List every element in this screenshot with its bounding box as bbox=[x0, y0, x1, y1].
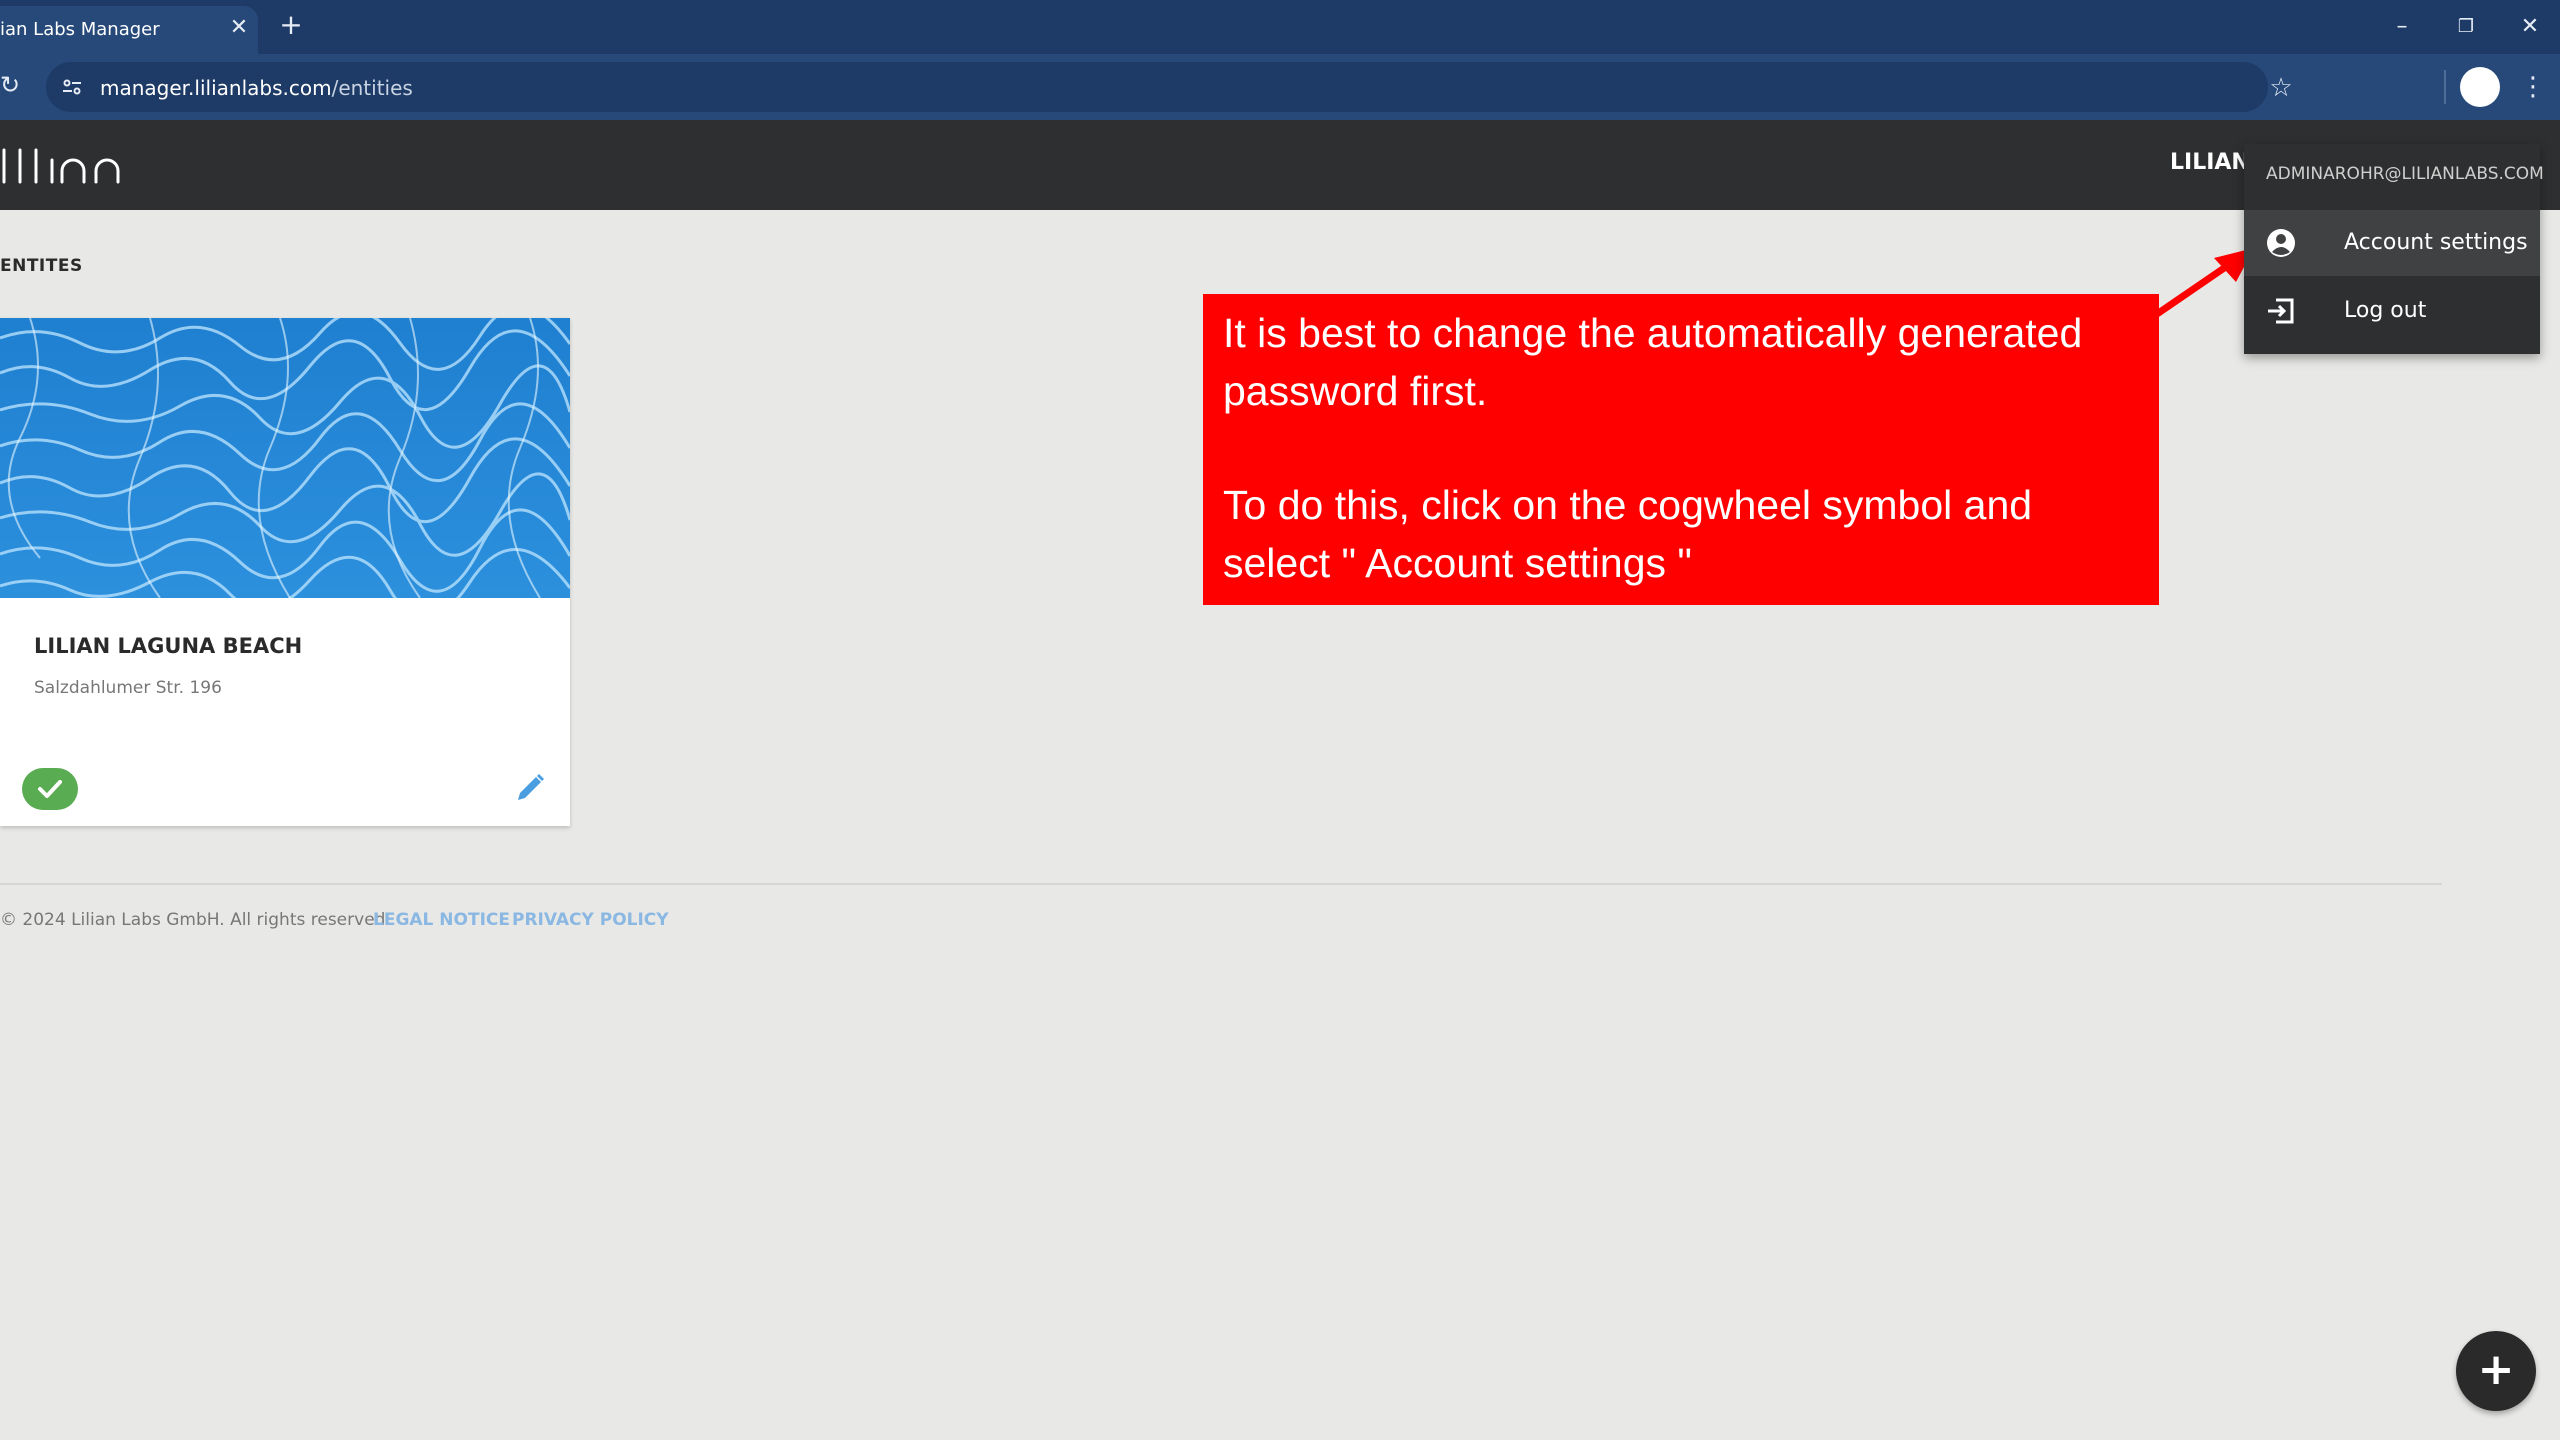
tab-title: ian Labs Manager bbox=[0, 19, 160, 40]
window-minimize-button[interactable]: – bbox=[2382, 10, 2422, 44]
checkmark-icon bbox=[38, 780, 62, 798]
reload-icon[interactable]: ↻ bbox=[0, 70, 26, 100]
privacy-policy-link[interactable]: PRIVACY POLICY bbox=[512, 910, 669, 930]
account-dropdown: ADMINAROHR@LILIANLABS.COM Account settin… bbox=[2244, 144, 2544, 354]
entity-card[interactable]: LILIAN LAGUNA BEACH Salzdahlumer Str. 19… bbox=[0, 318, 570, 826]
app-header: lilian LILIAN L bbox=[0, 120, 2560, 210]
copyright-text: © 2024 Lilian Labs GmbH. All rights rese… bbox=[0, 910, 391, 930]
window-restore-button[interactable]: ❐ bbox=[2446, 10, 2486, 44]
page-title: ENTITES bbox=[0, 256, 83, 276]
browser-tab-bar: ian Labs Manager ✕ + – ❐ ✕ bbox=[0, 0, 2560, 54]
status-badge bbox=[22, 768, 78, 810]
url-text: manager.lilianlabs.com/entities bbox=[100, 76, 413, 100]
legal-notice-link[interactable]: LEGAL NOTICE bbox=[373, 910, 510, 930]
footer-divider bbox=[0, 883, 2442, 885]
browser-tab[interactable]: ian Labs Manager ✕ bbox=[0, 6, 258, 54]
site-info-icon[interactable] bbox=[60, 75, 84, 99]
new-tab-button[interactable]: + bbox=[276, 10, 306, 40]
account-settings-label: Account settings bbox=[2344, 230, 2528, 255]
entity-address: Salzdahlumer Str. 196 bbox=[34, 678, 222, 698]
url-host: manager.lilianlabs.com bbox=[100, 76, 332, 100]
browser-toolbar: ↻ manager.lilianlabs.com/entities ☆ ⋮ bbox=[0, 54, 2560, 120]
logout-icon bbox=[2268, 298, 2294, 324]
annotation-callout: It is best to change the automatically g… bbox=[1203, 294, 2159, 605]
toolbar-divider bbox=[2444, 70, 2446, 104]
annotation-text-1: It is best to change the automatically g… bbox=[1223, 310, 2083, 414]
account-settings-menu-item[interactable]: Account settings bbox=[2244, 210, 2540, 276]
account-circle-icon bbox=[2267, 229, 2295, 257]
address-bar[interactable]: manager.lilianlabs.com/entities ☆ bbox=[46, 62, 2293, 112]
url-path: /entities bbox=[331, 76, 413, 100]
logout-menu-item[interactable]: Log out bbox=[2244, 278, 2540, 344]
entity-image bbox=[0, 318, 570, 598]
tab-close-icon[interactable]: ✕ bbox=[226, 15, 252, 41]
user-email: ADMINAROHR@LILIANLABS.COM bbox=[2266, 164, 2544, 184]
annotation-text-2: To do this, click on the cogwheel symbol… bbox=[1223, 482, 2033, 586]
lilian-logo[interactable]: lilian bbox=[0, 142, 140, 190]
pencil-icon[interactable] bbox=[512, 770, 548, 806]
bookmark-star-icon[interactable]: ☆ bbox=[2264, 71, 2298, 105]
add-entity-button[interactable]: + bbox=[2456, 1331, 2536, 1411]
logout-label: Log out bbox=[2344, 298, 2427, 323]
browser-menu-icon[interactable]: ⋮ bbox=[2520, 70, 2546, 104]
entity-name: LILIAN LAGUNA BEACH bbox=[34, 634, 303, 658]
window-close-button[interactable]: ✕ bbox=[2510, 10, 2550, 44]
profile-avatar[interactable] bbox=[2460, 67, 2500, 107]
